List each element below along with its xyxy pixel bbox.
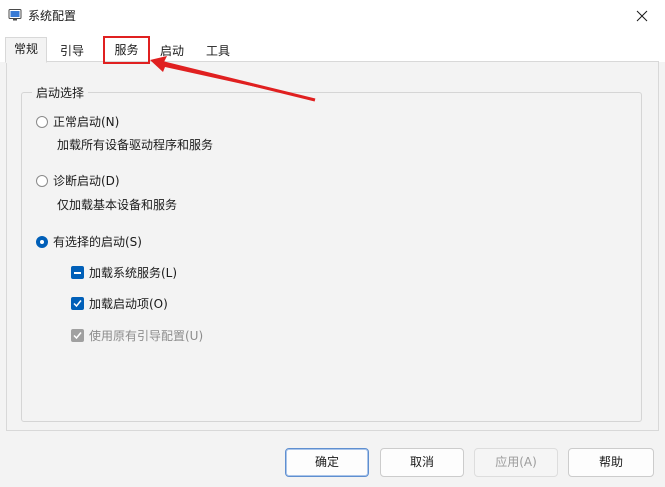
load-startup-items-checkbox[interactable] <box>71 297 84 310</box>
normal-startup-desc: 加载所有设备驱动程序和服务 <box>57 138 214 152</box>
diagnostic-startup-label: 诊断启动(D) <box>53 174 120 188</box>
use-original-boot-config-option: 使用原有引导配置(U) <box>71 327 203 344</box>
tab-startup[interactable]: 启动 <box>150 39 194 62</box>
use-original-boot-config-label: 使用原有引导配置(U) <box>89 329 204 343</box>
load-startup-items-label: 加载启动项(O) <box>89 297 168 311</box>
tab-strip: 常规 引导 服务 启动 工具 <box>0 32 665 64</box>
help-button[interactable]: 帮助 <box>568 448 654 477</box>
tab-boot[interactable]: 引导 <box>52 39 92 62</box>
system-config-window: 系统配置 常规 引导 服务 启动 工具 启动选择 正常启动(N) 加载所有设备驱… <box>0 0 665 487</box>
window-title: 系统配置 <box>28 9 77 23</box>
tab-services[interactable]: 服务 <box>103 36 150 64</box>
ok-button[interactable]: 确定 <box>285 448 369 477</box>
startup-selection-group: 启动选择 正常启动(N) 加载所有设备驱动程序和服务 诊断启动(D) 仅加载基本… <box>21 84 642 422</box>
general-tab-panel: 启动选择 正常启动(N) 加载所有设备驱动程序和服务 诊断启动(D) 仅加载基本… <box>6 61 659 431</box>
msconfig-app-icon <box>8 8 22 22</box>
close-button[interactable] <box>619 0 665 32</box>
tab-general[interactable]: 常规 <box>5 37 47 63</box>
diagnostic-startup-option[interactable]: 诊断启动(D) <box>36 172 120 189</box>
load-system-services-label: 加载系统服务(L) <box>89 266 178 280</box>
selective-startup-option[interactable]: 有选择的启动(S) <box>36 233 142 250</box>
checkmark-icon <box>73 332 82 340</box>
selective-startup-label: 有选择的启动(S) <box>53 235 142 249</box>
diagnostic-startup-radio[interactable] <box>36 174 48 187</box>
load-startup-items-option[interactable]: 加载启动项(O) <box>71 295 168 312</box>
title-bar: 系统配置 <box>0 0 665 32</box>
diagnostic-startup-desc: 仅加载基本设备和服务 <box>57 198 178 212</box>
load-system-services-checkbox[interactable] <box>71 266 84 279</box>
normal-startup-radio[interactable] <box>36 115 48 128</box>
apply-button: 应用(A) <box>474 448 558 477</box>
selective-startup-radio[interactable] <box>36 235 48 248</box>
dialog-footer: 确定 取消 应用(A) 帮助 <box>0 431 665 487</box>
checkmark-icon <box>73 300 82 308</box>
normal-startup-label: 正常启动(N) <box>53 115 120 129</box>
group-legend: 启动选择 <box>32 84 89 101</box>
normal-startup-option[interactable]: 正常启动(N) <box>36 113 119 130</box>
tab-tools[interactable]: 工具 <box>197 39 239 62</box>
close-icon <box>636 10 648 22</box>
cancel-button[interactable]: 取消 <box>380 448 464 477</box>
load-system-services-option[interactable]: 加载系统服务(L) <box>71 264 177 281</box>
use-original-boot-config-checkbox <box>71 329 84 342</box>
